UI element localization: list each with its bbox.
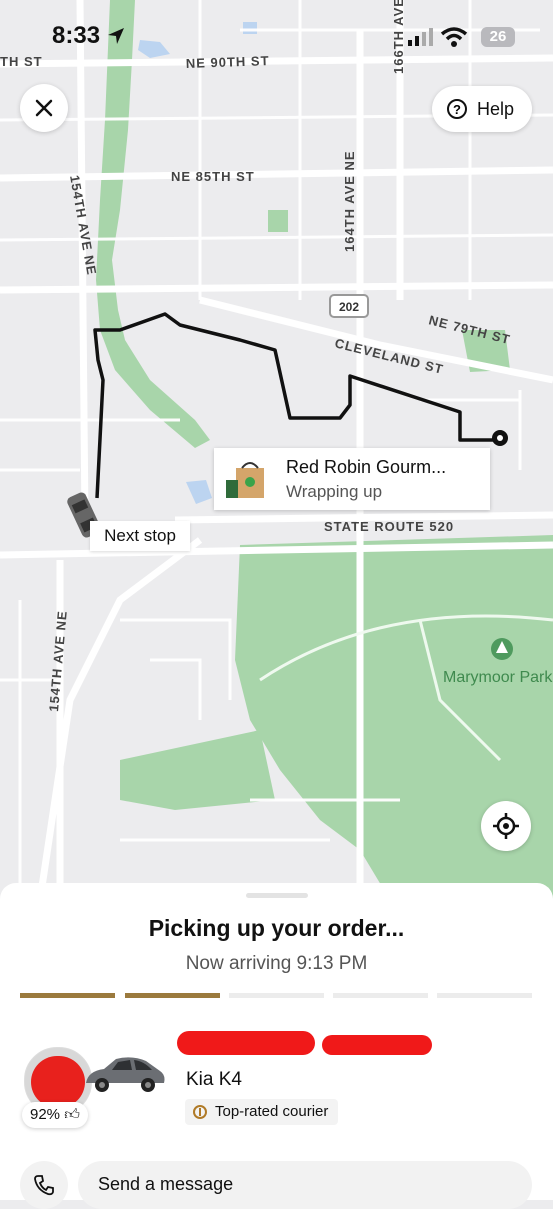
help-label: Help	[477, 99, 515, 119]
close-icon	[35, 99, 53, 117]
drag-handle[interactable]	[246, 893, 308, 898]
wifi-icon	[440, 27, 468, 47]
license-plate-redaction	[322, 1035, 432, 1055]
progress-segment	[125, 993, 220, 998]
store-name: Red Robin Gourm...	[286, 457, 447, 477]
rating-value: 92%	[30, 1106, 61, 1123]
svg-text:?: ?	[453, 102, 461, 117]
thumbs-up-icon: 👍︎	[64, 1106, 80, 1123]
order-eta: Now arriving 9:13 PM	[185, 953, 368, 974]
location-arrow-icon	[108, 28, 124, 44]
order-progress	[20, 993, 532, 998]
help-icon: ?	[447, 99, 467, 119]
crosshair-icon	[493, 813, 519, 839]
call-button[interactable]	[20, 1161, 68, 1209]
recenter-button[interactable]	[481, 801, 531, 851]
badge-label: Top-rated courier	[215, 1103, 329, 1120]
vehicle-image	[86, 1057, 165, 1092]
medal-icon	[193, 1105, 207, 1119]
phone-icon	[34, 1175, 54, 1196]
help-button[interactable]: ? Help	[432, 86, 532, 132]
next-stop-label: Next stop	[90, 521, 190, 551]
close-button[interactable]	[20, 84, 68, 132]
battery-indicator: 26	[481, 27, 515, 47]
message-input[interactable]: Send a message	[78, 1161, 532, 1209]
avatar-redaction	[31, 1056, 85, 1108]
progress-segment	[20, 993, 115, 998]
courier-name-redaction	[177, 1031, 315, 1055]
store-status: Wrapping up	[286, 482, 383, 501]
message-placeholder: Send a message	[98, 1174, 234, 1194]
courier-rating: 92% 👍︎	[22, 1102, 88, 1128]
signal-icon	[408, 28, 433, 46]
vehicle-name: Kia K4	[186, 1069, 242, 1090]
shopping-bag-icon	[226, 462, 264, 498]
progress-segment	[229, 993, 324, 998]
street-label: NE 85TH ST	[171, 169, 255, 184]
top-rated-badge: Top-rated courier	[185, 1099, 339, 1125]
street-label: STATE ROUTE 520	[324, 519, 454, 534]
order-title: Picking up your order...	[148, 915, 405, 941]
progress-segment	[333, 993, 428, 998]
progress-segment	[437, 993, 532, 998]
status-bar: 8:33 26	[0, 0, 553, 70]
status-time: 8:33	[52, 22, 101, 49]
park-label: Marymoor Park	[443, 669, 553, 686]
route-202-label: 202	[339, 300, 359, 314]
street-label: 164TH AVE NE	[342, 150, 357, 252]
order-sheet: Picking up your order... Now arriving 9:…	[0, 883, 553, 1209]
store-pin-card[interactable]: Red Robin Gourm... Wrapping up	[214, 448, 490, 510]
